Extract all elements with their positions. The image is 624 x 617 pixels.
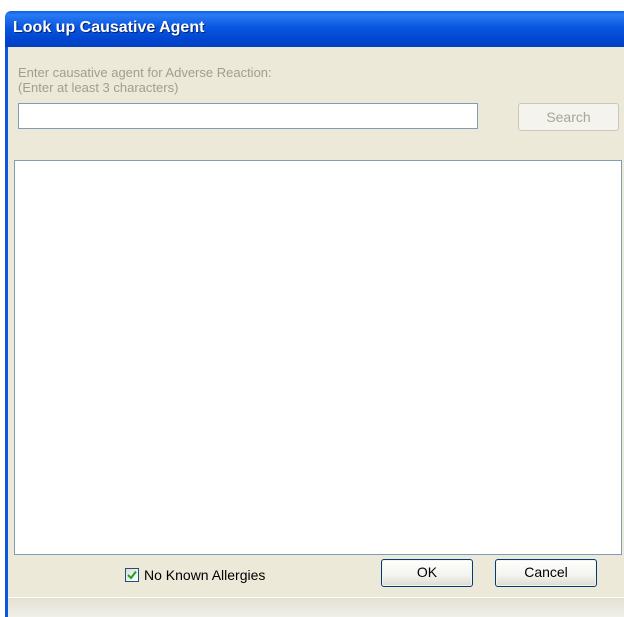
check-icon bbox=[127, 570, 137, 580]
search-prompt-label: Enter causative agent for Adverse Reacti… bbox=[18, 65, 272, 80]
search-hint-label: (Enter at least 3 characters) bbox=[18, 80, 179, 95]
dialog-body: Enter causative agent for Adverse Reacti… bbox=[5, 47, 624, 617]
causative-agent-search-input[interactable] bbox=[18, 103, 478, 129]
ok-button[interactable]: OK bbox=[381, 559, 473, 587]
window-title: Look up Causative Agent bbox=[13, 19, 205, 36]
lookup-dialog: Look up Causative Agent Enter causative … bbox=[0, 0, 624, 617]
status-bar bbox=[8, 597, 624, 617]
no-known-allergies-checkbox[interactable] bbox=[125, 568, 139, 582]
title-bar[interactable]: Look up Causative Agent bbox=[5, 11, 624, 47]
search-results-list[interactable] bbox=[14, 160, 622, 555]
search-button[interactable]: Search bbox=[518, 103, 619, 131]
cancel-button[interactable]: Cancel bbox=[495, 559, 597, 587]
no-known-allergies-option[interactable]: No Known Allergies bbox=[125, 566, 265, 584]
no-known-allergies-label: No Known Allergies bbox=[144, 567, 266, 583]
